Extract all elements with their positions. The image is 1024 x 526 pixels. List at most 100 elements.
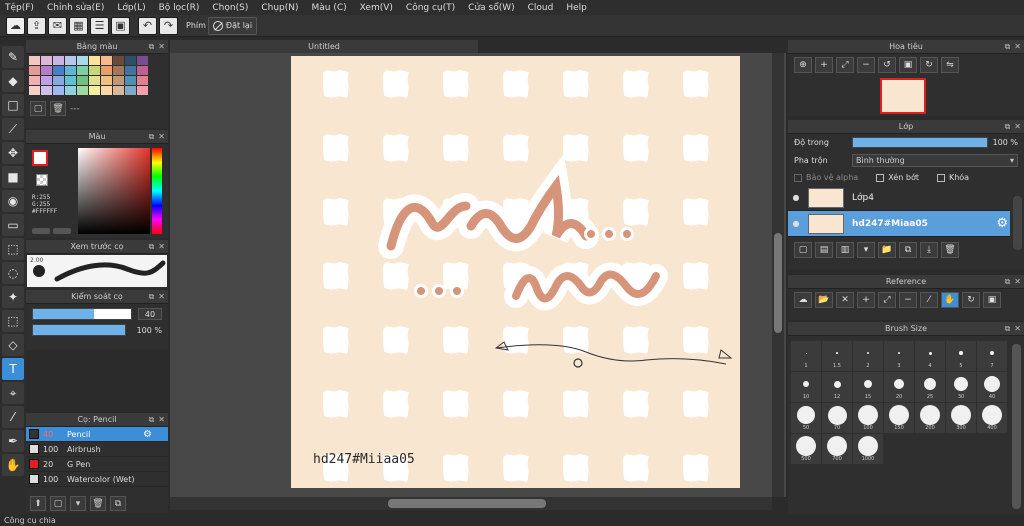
palette-swatch[interactable]	[125, 86, 136, 95]
brush-new-icon[interactable]: ▢	[50, 496, 66, 511]
palette-swatch[interactable]	[113, 66, 124, 75]
canvas-horizontal-scrollbar[interactable]	[170, 497, 772, 510]
palette-swatch[interactable]	[137, 56, 148, 65]
background-color-swatch[interactable]	[36, 174, 48, 186]
menu-item[interactable]: Tệp(F)	[5, 3, 34, 13]
close-icon[interactable]: ✕	[158, 292, 165, 302]
menu-item[interactable]: Chụp(N)	[261, 3, 298, 13]
merge-layer-icon[interactable]: ⤓	[920, 242, 938, 258]
brush-size-cell[interactable]: 40	[977, 372, 1007, 402]
palette-swatch[interactable]	[77, 66, 88, 75]
palette-swatch[interactable]	[137, 76, 148, 85]
popout-icon[interactable]: ⧉	[149, 132, 155, 142]
brush-size-cell[interactable]: 70	[822, 403, 852, 433]
brush-size-cell[interactable]: 1	[791, 341, 821, 371]
palette-swatch[interactable]	[65, 66, 76, 75]
lasso-tool-icon[interactable]: ◌	[2, 262, 24, 284]
ref-eyedropper-icon[interactable]: ⁄	[920, 292, 938, 308]
brush-size-scrollbar[interactable]	[1012, 344, 1021, 509]
visibility-icon[interactable]: ●	[788, 219, 804, 228]
menu-item[interactable]: Chọn(S)	[212, 3, 248, 13]
brush-size-cell[interactable]: 150	[884, 403, 914, 433]
brush-size-value[interactable]: 40	[138, 308, 162, 320]
brush-cloud-icon[interactable]: ⬆	[30, 496, 46, 511]
palette-swatch[interactable]	[53, 56, 64, 65]
brush-size-slider[interactable]	[32, 308, 132, 320]
brush-duplicate-icon[interactable]: ⧉	[110, 496, 126, 511]
layer-scrollbar[interactable]	[1013, 196, 1022, 250]
color-mode-toggle[interactable]	[53, 228, 71, 234]
palette-swatch[interactable]	[65, 56, 76, 65]
brush-size-cell[interactable]: 4	[915, 341, 945, 371]
popout-icon[interactable]: ⧉	[1005, 277, 1011, 287]
palette-swatch[interactable]	[101, 76, 112, 85]
brush-size-cell[interactable]: 12	[822, 372, 852, 402]
brush-list-item[interactable]: 100 Watercolor (Wet)	[26, 472, 168, 487]
zoom-fit-icon[interactable]: ⊕	[794, 57, 812, 73]
select-eraser-tool-icon[interactable]: ◇	[2, 334, 24, 356]
new-layer-icon[interactable]: ▢	[794, 242, 812, 258]
menu-item[interactable]: Chỉnh sửa(E)	[47, 3, 104, 13]
brush-size-cell[interactable]: 300	[946, 403, 976, 433]
rectangle-tool-icon[interactable]: □	[2, 94, 24, 116]
palette-swatch[interactable]	[77, 56, 88, 65]
duplicate-layer-icon[interactable]: ⧉	[899, 242, 917, 258]
palette-swatch[interactable]	[89, 76, 100, 85]
brush-size-cell[interactable]: 500	[791, 434, 821, 464]
brush-size-cell[interactable]: 200	[915, 403, 945, 433]
brush-size-cell[interactable]: 30	[946, 372, 976, 402]
fit-window-icon[interactable]: ▣	[899, 57, 917, 73]
list-icon[interactable]: ☰	[90, 16, 109, 35]
menu-item[interactable]: Cửa sổ(W)	[468, 3, 514, 13]
eraser-tool-icon[interactable]: ◆	[2, 70, 24, 92]
palette-swatch[interactable]	[29, 56, 40, 65]
palette-swatch[interactable]	[101, 86, 112, 95]
clipping-checkbox[interactable]: Xén bớt	[876, 173, 919, 182]
palette-swatch[interactable]	[53, 66, 64, 75]
palette-swatch[interactable]	[89, 66, 100, 75]
brush-size-cell[interactable]: 10	[791, 372, 821, 402]
palette-swatch[interactable]	[77, 76, 88, 85]
brush-size-cell[interactable]: 50	[791, 403, 821, 433]
brush-delete-icon[interactable]: 🗑	[90, 496, 106, 511]
menu-item[interactable]: Xem(V)	[360, 3, 393, 13]
gradient-tool-icon[interactable]: ▭	[2, 214, 24, 236]
brush-list-item[interactable]: 40 Pencil ⚙	[26, 427, 168, 442]
gear-icon[interactable]: ⚙	[143, 429, 152, 440]
brush-size-cell[interactable]: 100	[853, 403, 883, 433]
palette-swatch[interactable]	[89, 86, 100, 95]
close-icon[interactable]: ✕	[158, 415, 165, 425]
select-pen-tool-icon[interactable]: ⬚	[2, 310, 24, 332]
canvas-area[interactable]: hd247#Miiaa05	[170, 53, 786, 497]
line-tool-icon[interactable]: ⟋	[2, 118, 24, 140]
brush-size-cell[interactable]: 1.5	[822, 341, 852, 371]
palette-swatch[interactable]	[113, 56, 124, 65]
palette-swatch[interactable]	[53, 76, 64, 85]
ref-zoom-out-icon[interactable]: −	[899, 292, 917, 308]
close-icon[interactable]: ✕	[158, 132, 165, 142]
new-palette-icon[interactable]: ▢	[30, 101, 46, 116]
palette-swatch[interactable]	[29, 86, 40, 95]
palette-swatch[interactable]	[125, 56, 136, 65]
layer-row[interactable]: ● Lớp4	[788, 185, 1010, 211]
flip-icon[interactable]: ⇋	[941, 57, 959, 73]
canvas-vertical-thumb[interactable]	[774, 233, 782, 333]
palette-swatch[interactable]	[41, 56, 52, 65]
new-layer-8bit-icon[interactable]: ▤	[815, 242, 833, 258]
color-mode-toggle[interactable]	[32, 228, 50, 234]
brush-size-cell[interactable]: 25	[915, 372, 945, 402]
snap-icon[interactable]: ▣	[111, 16, 130, 35]
palette-swatch[interactable]	[137, 86, 148, 95]
ref-zoom-in-icon[interactable]: +	[857, 292, 875, 308]
chat-icon[interactable]: ✉	[48, 16, 67, 35]
foreground-color-swatch[interactable]	[32, 150, 48, 166]
layer-opacity-slider[interactable]	[852, 137, 988, 148]
popout-icon[interactable]: ⧉	[1005, 324, 1011, 334]
popout-icon[interactable]: ⧉	[1005, 122, 1011, 132]
select-rect-tool-icon[interactable]: ⬚	[2, 238, 24, 260]
move-tool-icon[interactable]: ✥	[2, 142, 24, 164]
text-tool-icon[interactable]: T	[2, 358, 24, 380]
folder-icon[interactable]: 📁	[878, 242, 896, 258]
brush-size-cell[interactable]: 700	[822, 434, 852, 464]
document-tab[interactable]: Untitled	[170, 40, 478, 53]
